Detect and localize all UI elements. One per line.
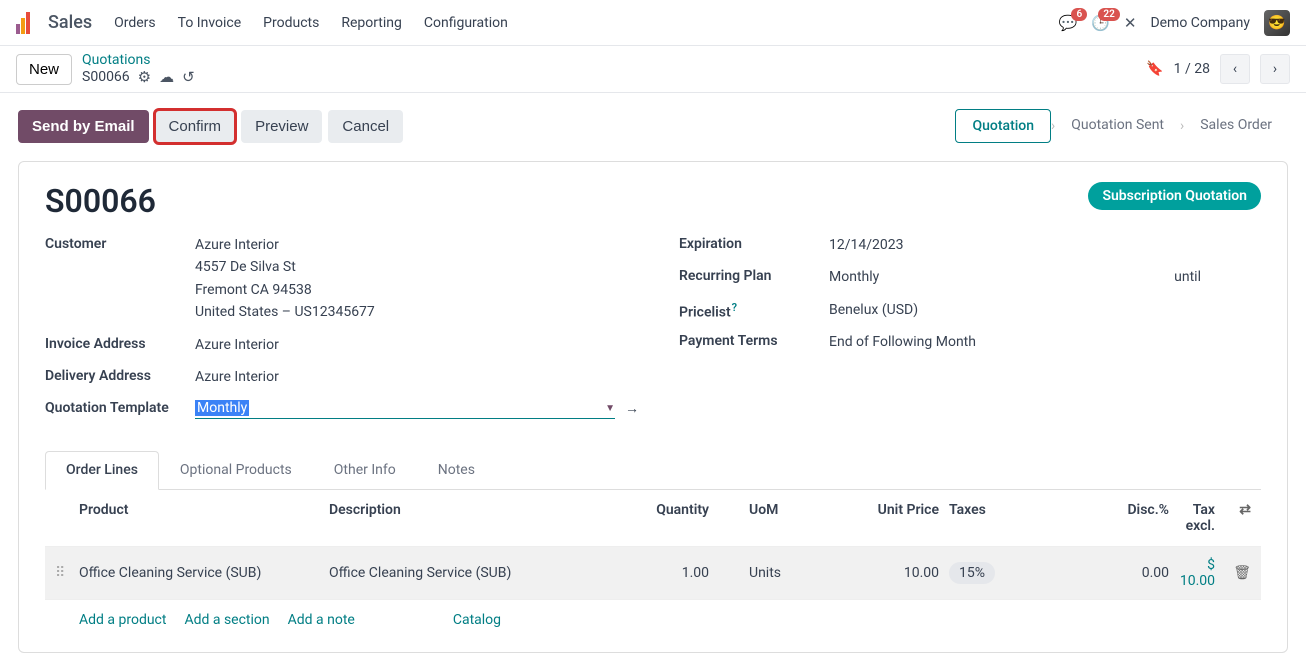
col-discount[interactable]: Disc.% bbox=[1019, 502, 1169, 534]
top-navbar: Sales Orders To Invoice Products Reporti… bbox=[0, 0, 1306, 46]
messages-badge: 6 bbox=[1071, 8, 1087, 21]
subscription-ribbon: Subscription Quotation bbox=[1088, 182, 1261, 210]
menu-orders[interactable]: Orders bbox=[114, 15, 156, 31]
col-description[interactable]: Description bbox=[329, 502, 629, 534]
trash-icon[interactable]: 🗑 bbox=[1233, 565, 1251, 581]
pager-prev[interactable]: ‹ bbox=[1220, 54, 1250, 84]
breadcrumb-current: S00066 bbox=[82, 69, 130, 85]
col-product[interactable]: Product bbox=[79, 502, 329, 534]
quotation-template-select[interactable]: Monthly ▼ bbox=[195, 398, 615, 419]
col-uom[interactable]: UoM bbox=[709, 502, 819, 534]
tab-optional-products[interactable]: Optional Products bbox=[159, 451, 313, 489]
stage-quotation[interactable]: Quotation bbox=[955, 109, 1051, 143]
send-email-button[interactable]: Send by Email bbox=[18, 110, 149, 143]
invoice-address-label: Invoice Address bbox=[45, 334, 195, 352]
menu-products[interactable]: Products bbox=[263, 15, 319, 31]
status-bar: Quotation › Quotation Sent › Sales Order bbox=[955, 109, 1288, 143]
breadcrumb: Quotations S00066 ⚙ ☁ ↺ bbox=[82, 52, 195, 86]
payment-terms-label: Payment Terms bbox=[679, 331, 829, 349]
cell-taxes[interactable]: 15% bbox=[949, 562, 995, 584]
add-note-link[interactable]: Add a note bbox=[288, 612, 355, 628]
gear-icon[interactable]: ⚙ bbox=[138, 68, 151, 86]
drag-handle-icon[interactable]: ⠿ bbox=[55, 565, 79, 581]
settings-icon[interactable]: ⇄ bbox=[1239, 502, 1251, 518]
preview-button[interactable]: Preview bbox=[241, 110, 322, 143]
new-button[interactable]: New bbox=[16, 54, 72, 85]
payment-terms-value[interactable]: End of Following Month bbox=[829, 331, 1261, 353]
left-column: Customer Azure Interior 4557 De Silva St… bbox=[45, 234, 639, 429]
app-title[interactable]: Sales bbox=[48, 12, 92, 33]
add-product-link[interactable]: Add a product bbox=[79, 612, 166, 628]
help-icon[interactable]: ? bbox=[732, 301, 737, 314]
customer-label: Customer bbox=[45, 234, 195, 252]
order-line-row[interactable]: ⠿ Office Cleaning Service (SUB) Office C… bbox=[45, 547, 1261, 600]
cell-description[interactable]: Office Cleaning Service (SUB) bbox=[329, 565, 629, 581]
control-panel: New Quotations S00066 ⚙ ☁ ↺ 🔖 1 / 28 ‹ › bbox=[0, 46, 1306, 93]
recurring-plan-label: Recurring Plan bbox=[679, 266, 829, 284]
stage-sales-order[interactable]: Sales Order bbox=[1184, 109, 1288, 143]
pager-next[interactable]: › bbox=[1260, 54, 1290, 84]
form-sheet: Subscription Quotation S00066 Customer A… bbox=[18, 161, 1288, 653]
cell-uom[interactable]: Units bbox=[709, 565, 819, 581]
app-logo[interactable] bbox=[16, 12, 38, 34]
cell-product[interactable]: Office Cleaning Service (SUB) bbox=[79, 565, 329, 581]
tools-icon[interactable]: ✕ bbox=[1124, 14, 1137, 32]
menu-configuration[interactable]: Configuration bbox=[424, 15, 508, 31]
company-selector[interactable]: Demo Company bbox=[1150, 15, 1250, 31]
chevron-right-icon: › bbox=[1273, 61, 1277, 77]
messages-button[interactable]: 💬 6 bbox=[1058, 14, 1077, 32]
activities-badge: 22 bbox=[1098, 8, 1119, 21]
col-unit-price[interactable]: Unit Price bbox=[819, 502, 939, 534]
bookmark-icon[interactable]: 🔖 bbox=[1146, 61, 1163, 77]
quotation-template-label: Quotation Template bbox=[45, 398, 195, 416]
cell-unit-price[interactable]: 10.00 bbox=[819, 565, 939, 581]
recurring-until-label: until bbox=[1174, 266, 1201, 288]
recurring-plan-value[interactable]: Monthly bbox=[829, 266, 879, 288]
catalog-link[interactable]: Catalog bbox=[453, 612, 501, 628]
action-bar: Send by Email Confirm Preview Cancel Quo… bbox=[0, 93, 1306, 143]
customer-value[interactable]: Azure Interior 4557 De Silva St Fremont … bbox=[195, 234, 639, 324]
delivery-address-value[interactable]: Azure Interior bbox=[195, 366, 639, 388]
delivery-address-label: Delivery Address bbox=[45, 366, 195, 384]
right-column: Expiration 12/14/2023 Recurring Plan Mon… bbox=[679, 234, 1261, 429]
grid-header: Product Description Quantity UoM Unit Pr… bbox=[45, 490, 1261, 547]
user-avatar[interactable]: 😎 bbox=[1264, 10, 1290, 36]
chevron-left-icon: ‹ bbox=[1233, 61, 1237, 77]
chevron-down-icon: ▼ bbox=[605, 403, 615, 414]
external-link-icon[interactable]: → bbox=[625, 400, 639, 417]
cell-quantity[interactable]: 1.00 bbox=[629, 565, 709, 581]
undo-icon[interactable]: ↺ bbox=[182, 68, 195, 86]
col-tax-excl[interactable]: Tax excl. bbox=[1169, 502, 1221, 534]
confirm-button[interactable]: Confirm bbox=[155, 110, 236, 143]
tab-other-info[interactable]: Other Info bbox=[313, 451, 417, 489]
menu-reporting[interactable]: Reporting bbox=[341, 15, 402, 31]
breadcrumb-parent[interactable]: Quotations bbox=[82, 52, 195, 68]
cell-discount[interactable]: 0.00 bbox=[1019, 565, 1169, 581]
pricelist-value[interactable]: Benelux (USD) bbox=[829, 299, 1261, 321]
menu-to-invoice[interactable]: To Invoice bbox=[178, 15, 242, 31]
cloud-icon[interactable]: ☁ bbox=[159, 68, 174, 86]
pricelist-label: Pricelist? bbox=[679, 299, 829, 321]
add-section-link[interactable]: Add a section bbox=[184, 612, 269, 628]
cancel-button[interactable]: Cancel bbox=[328, 110, 403, 143]
expiration-value[interactable]: 12/14/2023 bbox=[829, 234, 1261, 256]
tab-notes[interactable]: Notes bbox=[417, 451, 496, 489]
pager-text[interactable]: 1 / 28 bbox=[1174, 61, 1210, 77]
stage-quotation-sent[interactable]: Quotation Sent bbox=[1055, 109, 1180, 143]
activities-button[interactable]: 🕒 22 bbox=[1091, 14, 1110, 32]
tab-order-lines[interactable]: Order Lines bbox=[45, 451, 159, 490]
cell-tax-excl[interactable]: $ 10.00 bbox=[1169, 557, 1221, 589]
invoice-address-value[interactable]: Azure Interior bbox=[195, 334, 639, 356]
quotation-template-value: Monthly bbox=[195, 400, 249, 416]
notebook-tabs: Order Lines Optional Products Other Info… bbox=[45, 451, 1261, 490]
page-title: S00066 bbox=[45, 182, 1261, 220]
col-quantity[interactable]: Quantity bbox=[629, 502, 709, 534]
expiration-label: Expiration bbox=[679, 234, 829, 252]
col-taxes[interactable]: Taxes bbox=[939, 502, 1019, 534]
